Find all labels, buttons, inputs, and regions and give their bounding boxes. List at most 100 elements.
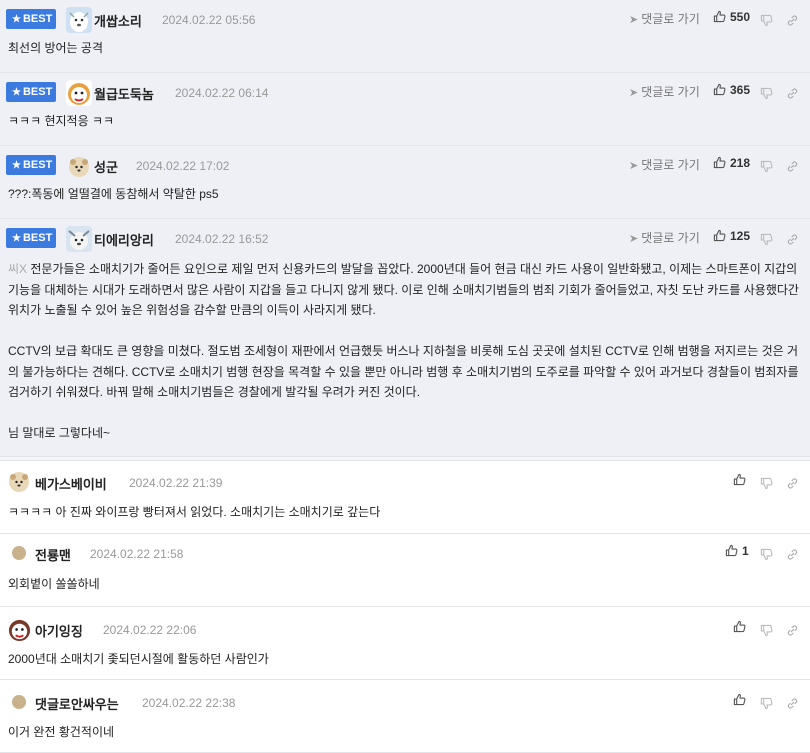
thumbs-down-icon [760, 477, 773, 490]
link-icon [786, 624, 799, 637]
best-badge: ★ BEST [6, 9, 56, 29]
avatar[interactable] [8, 471, 30, 493]
arrow-icon: ➤ [629, 233, 639, 245]
avatar[interactable] [7, 617, 32, 642]
best-comment: ★ BEST 성군 2024.02.22 17:02 ➤ 댓글로 가기 218 ??… [0, 146, 810, 219]
best-comment: ★ BEST 티에리앙리 2024.02.22 16:52 ➤ 댓글로 가기 125… [0, 219, 810, 457]
comment-paragraph: 씨X 전문가들은 소매치기가 줄어든 요인으로 제일 먼저 신용카드의 발달을 … [8, 262, 799, 317]
dislike-button[interactable] [760, 83, 773, 102]
nickname[interactable]: 월급도둑놈 [94, 84, 154, 103]
dislike-button[interactable] [760, 693, 773, 712]
thumbs-up-icon [713, 229, 726, 242]
like-button[interactable]: 550 [713, 10, 750, 24]
nickname[interactable]: 아기잉징 [35, 621, 83, 640]
link-button[interactable] [786, 620, 799, 639]
thumbs-down-icon [760, 697, 773, 710]
link-icon [786, 87, 799, 100]
comment-text: 최선의 방어는 공격 [8, 41, 103, 55]
link-button[interactable] [786, 83, 799, 102]
comment-paragraph: CCTV의 보급 확대도 큰 영향을 미쳤다. 절도범 조세형이 재판에서 언급… [8, 344, 799, 399]
star-icon: ★ [12, 160, 21, 171]
thumbs-up-icon [733, 620, 746, 633]
thumbs-up-icon [713, 10, 726, 23]
like-button[interactable] [733, 693, 750, 707]
best-badge: ★ BEST [6, 228, 56, 248]
link-button[interactable] [786, 473, 799, 492]
avatar[interactable] [66, 80, 92, 106]
link-button[interactable] [786, 693, 799, 712]
comment-text: 2000년대 소매치기 좇되던시절에 활동하던 사람인가 [8, 652, 269, 666]
star-icon: ★ [12, 87, 21, 98]
go-to-reply-link[interactable]: ➤ 댓글로 가기 [629, 83, 700, 100]
timestamp: 2024.02.22 16:52 [175, 232, 269, 246]
thumbs-down-icon [760, 548, 773, 561]
thumbs-down-icon [760, 624, 773, 637]
timestamp: 2024.02.22 21:58 [90, 547, 184, 561]
link-button[interactable] [786, 544, 799, 563]
like-button[interactable] [733, 473, 750, 487]
comment-text: ???:폭동에 얼떨결에 동참해서 약탈한 ps5 [8, 187, 219, 201]
thumbs-up-icon [733, 693, 746, 706]
comment-text: 이거 완전 황건적이네 [8, 725, 115, 739]
avatar[interactable] [66, 226, 92, 252]
arrow-icon: ➤ [629, 160, 639, 172]
filtered-word: 씨X [8, 262, 28, 276]
best-comment: ★ BEST 개쌉소리 2024.02.22 05:56 ➤ 댓글로 가기 550 … [0, 0, 810, 73]
avatar[interactable] [12, 546, 26, 560]
go-to-reply-link[interactable]: ➤ 댓글로 가기 [629, 10, 700, 27]
thumbs-down-icon [760, 160, 773, 173]
dislike-button[interactable] [760, 10, 773, 29]
nickname[interactable]: 성군 [94, 157, 118, 176]
timestamp: 2024.02.22 17:02 [136, 159, 230, 173]
dislike-button[interactable] [760, 544, 773, 563]
like-button[interactable]: 1 [725, 544, 749, 558]
avatar[interactable] [66, 7, 92, 33]
thumbs-down-icon [760, 87, 773, 100]
best-badge: ★ BEST [6, 155, 56, 175]
like-button[interactable] [733, 620, 750, 634]
best-comment: ★ BEST 월급도둑놈 2024.02.22 06:14 ➤ 댓글로 가기 365… [0, 73, 810, 146]
timestamp: 2024.02.22 22:06 [103, 623, 197, 637]
comment: 베가스베이비 2024.02.22 21:39 ㅋㅋㅋㅋ 아 진짜 와이프랑 빵… [0, 461, 810, 534]
link-icon [786, 14, 799, 27]
thumbs-up-icon [725, 544, 738, 557]
like-button[interactable]: 365 [713, 83, 750, 97]
like-count: 125 [730, 229, 751, 243]
timestamp: 2024.02.22 21:39 [129, 476, 223, 490]
thumbs-down-icon [760, 233, 773, 246]
comment: 전룡맨 2024.02.22 21:58 1 외회볕이 쏠쏠하네 [0, 534, 810, 607]
comment-paragraph: 님 말대로 그렇다네~ [8, 426, 110, 440]
like-count: 550 [730, 10, 751, 24]
link-icon [786, 548, 799, 561]
best-badge: ★ BEST [6, 82, 56, 102]
link-button[interactable] [786, 156, 799, 175]
dislike-button[interactable] [760, 473, 773, 492]
comment: 아기잉징 2024.02.22 22:06 2000년대 소매치기 좇되던시절에… [0, 607, 810, 680]
like-button[interactable]: 125 [713, 229, 750, 243]
link-button[interactable] [786, 229, 799, 248]
like-count: 218 [730, 156, 751, 170]
link-icon [786, 697, 799, 710]
thumbs-down-icon [760, 14, 773, 27]
go-to-reply-link[interactable]: ➤ 댓글로 가기 [629, 156, 700, 173]
avatar[interactable] [12, 695, 26, 709]
nickname[interactable]: 개쌉소리 [94, 11, 142, 30]
dislike-button[interactable] [760, 229, 773, 248]
nickname[interactable]: 댓글로안싸우는 [35, 694, 119, 713]
comment-text: 외회볕이 쏠쏠하네 [8, 577, 100, 591]
arrow-icon: ➤ [629, 87, 639, 99]
dislike-button[interactable] [760, 620, 773, 639]
thumbs-up-icon [713, 83, 726, 96]
nickname[interactable]: 티에리앙리 [94, 230, 154, 249]
avatar[interactable] [68, 156, 90, 178]
comment: 댓글로안싸우는 2024.02.22 22:38 이거 완전 황건적이네 [0, 680, 810, 753]
like-button[interactable]: 218 [713, 156, 750, 170]
timestamp: 2024.02.22 05:56 [162, 13, 256, 27]
dislike-button[interactable] [760, 156, 773, 175]
comment-text: ㅋㅋㅋ 현지적응 ㅋㅋ [8, 114, 115, 128]
nickname[interactable]: 전룡맨 [35, 545, 71, 564]
nickname[interactable]: 베가스베이비 [35, 474, 107, 493]
go-to-reply-link[interactable]: ➤ 댓글로 가기 [629, 229, 700, 246]
link-button[interactable] [786, 10, 799, 29]
comment-text: ㅋㅋㅋㅋ 아 진짜 와이프랑 빵터져서 읽었다. 소매치기는 소매치기로 갚는다 [8, 505, 381, 519]
